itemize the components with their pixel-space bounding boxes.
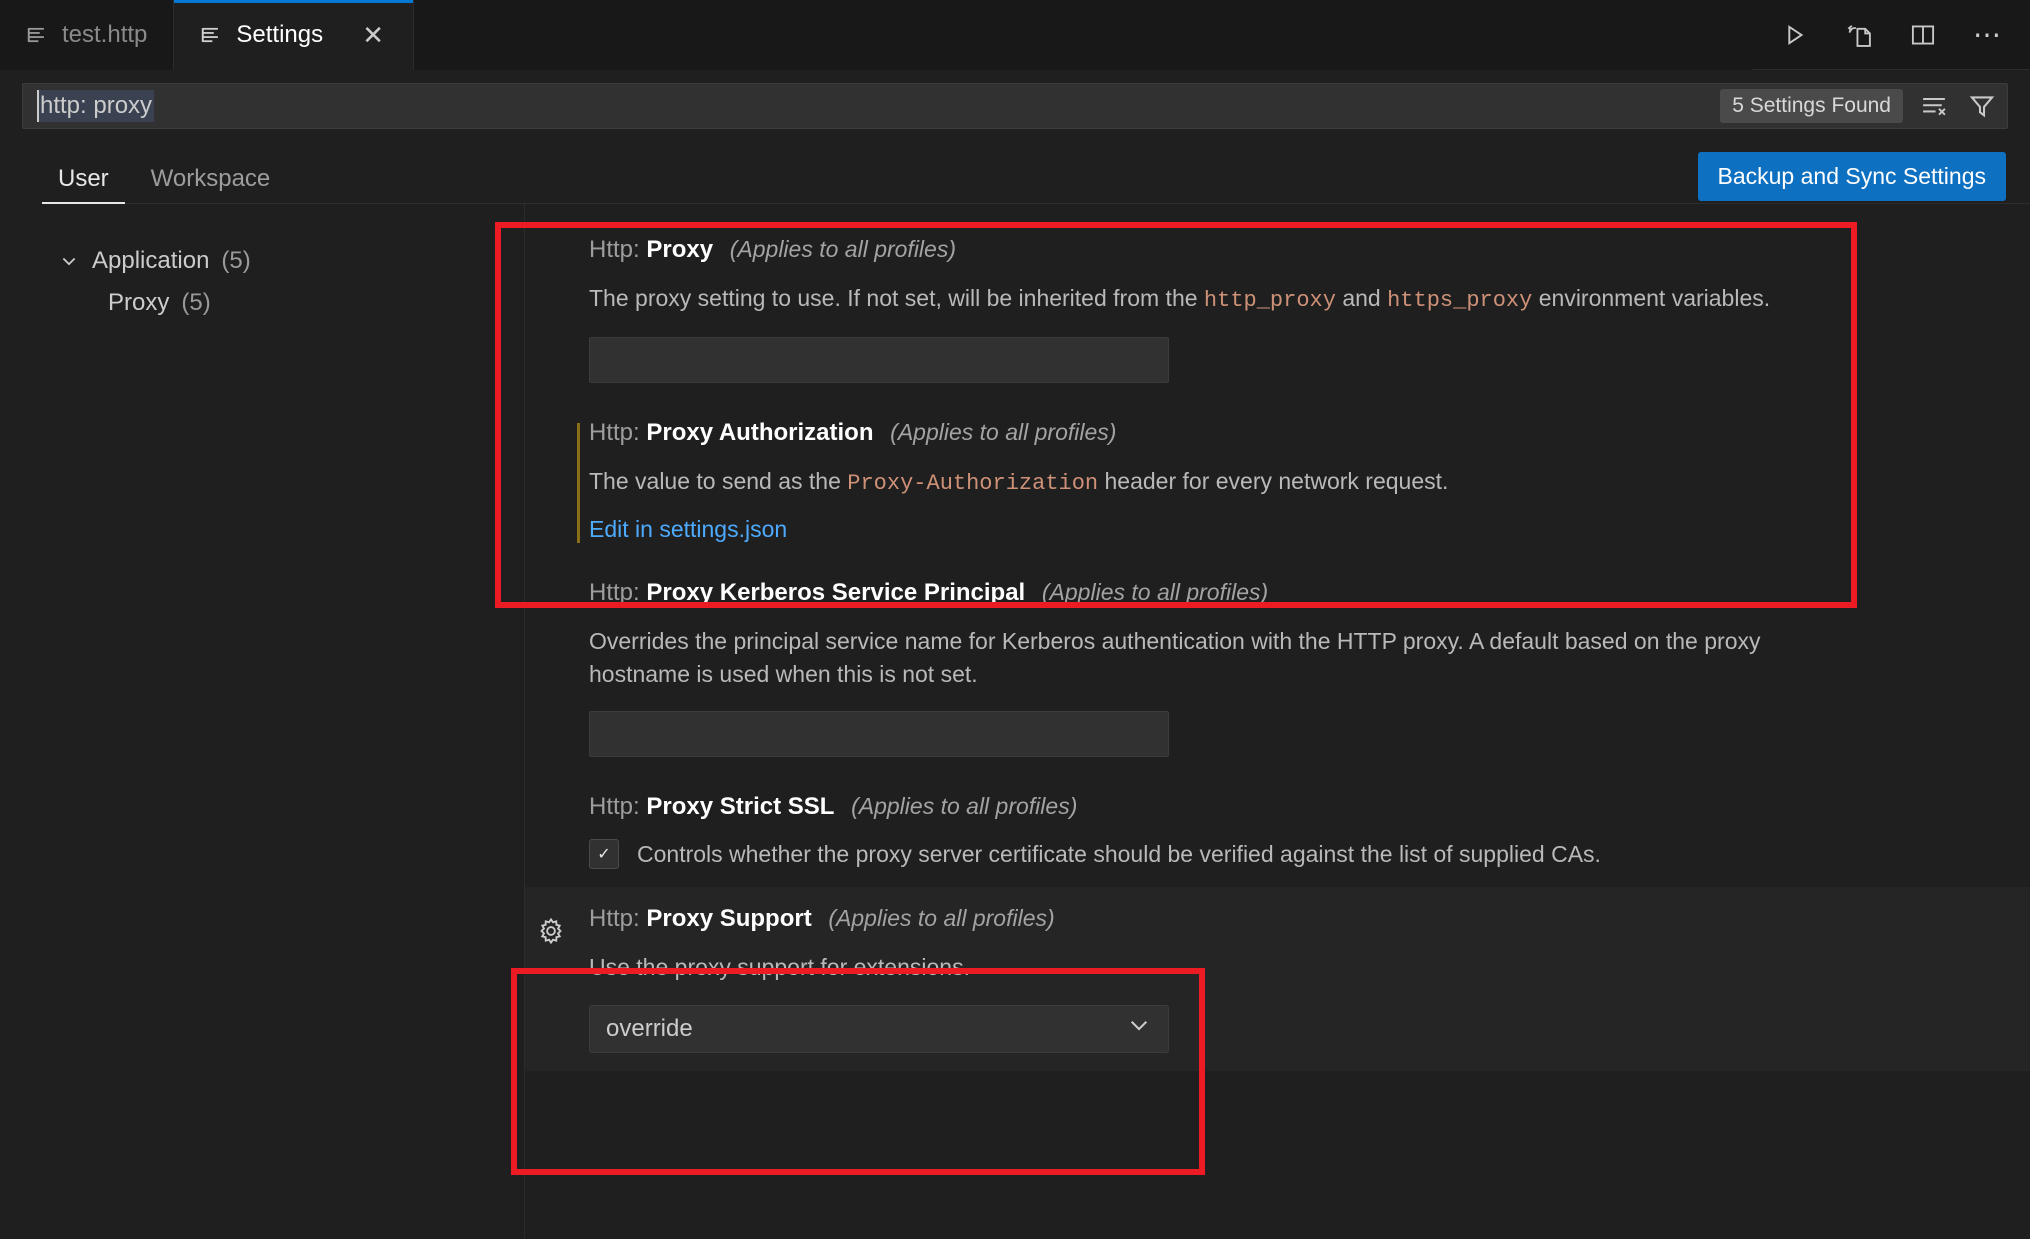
proxy-support-selected-value: override (606, 1014, 693, 1042)
filter-settings-icon[interactable] (1965, 89, 1999, 123)
run-and-debug-file-icon[interactable] (1842, 18, 1876, 52)
more-actions-icon[interactable]: ⋯ (1970, 18, 2004, 52)
setting-key: Http: (589, 418, 640, 446)
setting-checkbox-line: ✓ Controls whether the proxy server cert… (589, 839, 1870, 870)
settings-gear-icon[interactable] (533, 913, 569, 949)
settings-search-box[interactable]: http: proxy 5 Settings Found (22, 83, 2008, 129)
sidebar-item-count: (5) (181, 289, 211, 316)
setting-row-http-proxy-strict-ssl[interactable]: Http: Proxy Strict SSL (Applies to all p… (525, 775, 1910, 887)
sidebar-item-label: Proxy (108, 289, 170, 316)
chevron-down-icon[interactable] (58, 250, 80, 272)
setting-description: Overrides the principal service name for… (589, 627, 1761, 688)
file-lines-icon (200, 24, 222, 46)
backup-and-sync-settings-button[interactable]: Backup and Sync Settings (1697, 152, 2006, 201)
setting-row-http-proxy[interactable]: Http: Proxy (Applies to all profiles) Th… (525, 218, 1910, 401)
file-lines-icon (26, 24, 48, 46)
inline-code: http_proxy (1203, 288, 1336, 313)
setting-name: Proxy Strict SSL (646, 793, 835, 821)
setting-description: The value to send as the Proxy-Authoriza… (589, 467, 1449, 496)
setting-title: Http: Proxy Authorization (Applies to al… (589, 419, 1870, 447)
setting-title: Http: Proxy Kerberos Service Principal (… (589, 579, 1870, 607)
search-tools: 5 Settings Found (1720, 89, 1999, 123)
setting-title: Http: Proxy Support (Applies to all prof… (589, 905, 1990, 933)
editor-tab-test-http[interactable]: test.http (0, 0, 175, 70)
editor-tab-bar: test.http Settings ✕ ⋯ (0, 0, 2030, 70)
tab-workspace[interactable]: Workspace (135, 165, 287, 204)
editor-actions: ⋯ (1752, 0, 2030, 69)
setting-scope-note: (Applies to all profiles) (828, 905, 1055, 932)
sidebar-item-application[interactable]: Application (5) (0, 240, 524, 282)
inline-code: https_proxy (1387, 288, 1533, 313)
sidebar-item-count: (5) (221, 247, 251, 274)
tab-bar-filler (414, 0, 1752, 70)
setting-description: The proxy setting to use. If not set, wi… (589, 285, 1771, 313)
settings-body: Application (5) Proxy (5) Http: Proxy (A… (0, 204, 2030, 1239)
sidebar-item-proxy[interactable]: Proxy (5) (0, 282, 524, 324)
setting-description: Use the proxy support for extensions. (589, 954, 970, 981)
setting-scope-note: (Applies to all profiles) (890, 418, 1117, 445)
setting-text-input-http-proxy[interactable] (589, 336, 1169, 383)
chevron-down-icon (1126, 1012, 1152, 1045)
setting-row-http-proxy-authorization[interactable]: Http: Proxy Authorization (Applies to al… (525, 401, 1910, 561)
run-icon[interactable] (1778, 18, 1812, 52)
results-count-badge: 5 Settings Found (1720, 89, 1903, 123)
settings-search-row: http: proxy 5 Settings Found (0, 70, 2030, 142)
setting-name: Proxy Support (646, 905, 812, 933)
vscode-settings-window: test.http Settings ✕ ⋯ http: proxy 5 Set… (0, 0, 2030, 1239)
setting-row-http-proxy-support[interactable]: Http: Proxy Support (Applies to all prof… (525, 887, 2030, 1071)
settings-toc-sidebar: Application (5) Proxy (5) (0, 204, 525, 1239)
settings-list[interactable]: Http: Proxy (Applies to all profiles) Th… (525, 204, 2030, 1239)
search-input[interactable]: http: proxy (37, 90, 155, 122)
settings-scope-row: User Workspace Backup and Sync Settings (0, 142, 2030, 204)
split-editor-icon[interactable] (1906, 18, 1940, 52)
setting-title: Http: Proxy (Applies to all profiles) (589, 236, 1870, 264)
editor-tab-label: test.http (62, 21, 148, 48)
setting-key: Http: (589, 236, 640, 263)
setting-scope-note: (Applies to all profiles) (851, 793, 1078, 820)
clear-search-results-icon[interactable] (1917, 89, 1951, 123)
setting-name: Proxy (646, 236, 714, 263)
setting-scope-note: (Applies to all profiles) (1041, 578, 1269, 605)
edit-in-settings-json-link[interactable]: Edit in settings.json (589, 516, 787, 543)
setting-row-http-proxy-kerberos-service-principal[interactable]: Http: Proxy Kerberos Service Principal (… (525, 561, 1910, 776)
setting-key: Http: (589, 905, 640, 933)
setting-title: Http: Proxy Strict SSL (Applies to all p… (589, 793, 1870, 821)
setting-name: Proxy Authorization (646, 418, 874, 446)
close-icon[interactable]: ✕ (359, 21, 387, 49)
setting-checkbox-label: Controls whether the proxy server certif… (637, 840, 1601, 867)
sidebar-item-label: Application (92, 247, 210, 274)
setting-scope-note: (Applies to all profiles) (729, 236, 956, 262)
editor-tab-settings[interactable]: Settings ✕ (174, 0, 415, 70)
setting-key: Http: (589, 578, 640, 606)
setting-text-input-kerberos-principal[interactable] (589, 711, 1169, 758)
proxy-strict-ssl-checkbox[interactable]: ✓ (589, 839, 619, 870)
scope-tabs: User Workspace (42, 142, 286, 204)
editor-tab-label: Settings (236, 21, 324, 48)
tab-user[interactable]: User (42, 165, 125, 204)
setting-name: Proxy Kerberos Service Principal (646, 578, 1026, 606)
proxy-support-dropdown[interactable]: override (589, 1004, 1169, 1053)
inline-code: Proxy-Authorization (847, 470, 1099, 496)
setting-key: Http: (589, 793, 640, 821)
